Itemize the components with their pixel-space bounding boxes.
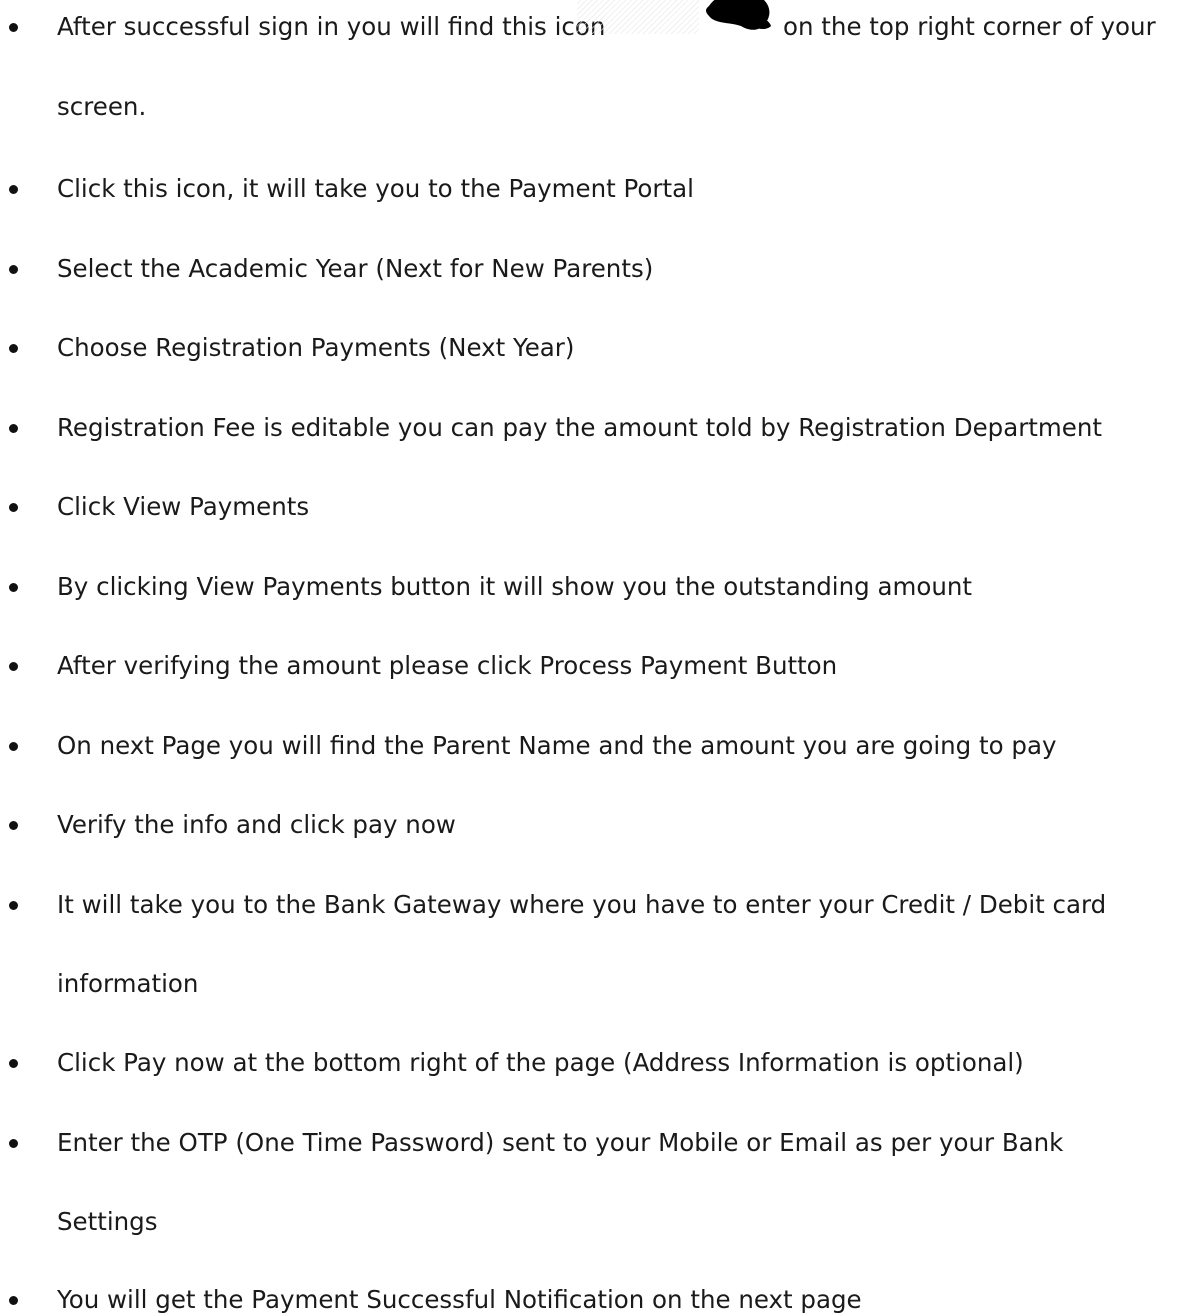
bullet — [9, 1059, 18, 1068]
list-item-text: By clicking View Payments button it will… — [57, 572, 972, 601]
payment-hand-icon — [577, 0, 771, 34]
bullet — [9, 265, 18, 274]
bullet — [9, 821, 18, 830]
list-item-text: It will take you to the Bank Gateway whe… — [57, 890, 1107, 919]
bullet — [9, 344, 18, 353]
bullet — [9, 583, 18, 592]
list-item-text: Choose Registration Payments (Next Year) — [57, 333, 575, 362]
list-item-text: information — [57, 969, 199, 998]
bullet — [9, 742, 18, 751]
list-item-text: After successful sign in you will find t… — [57, 12, 606, 41]
list-item-text: After verifying the amount please click … — [57, 651, 838, 680]
list-item-text: Click this icon, it will take you to the… — [57, 174, 694, 203]
list-item-text: Verify the info and click pay now — [57, 810, 456, 839]
list-item-text: Settings — [57, 1207, 158, 1236]
list-item-text: on the top right corner of your — [783, 12, 1156, 41]
list-item-text: screen. — [57, 92, 147, 121]
list-item-text: You will get the Payment Successful Noti… — [57, 1285, 862, 1314]
bullet — [9, 1296, 18, 1305]
list-item-text: Click Pay now at the bottom right of the… — [57, 1048, 1024, 1077]
bullet — [9, 901, 18, 910]
bullet — [9, 662, 18, 671]
bullet — [9, 185, 18, 194]
list-item-text: Click View Payments — [57, 492, 310, 521]
list-item-text: Select the Academic Year (Next for New P… — [57, 254, 654, 283]
bullet — [9, 503, 18, 512]
list-item-text: Registration Fee is editable you can pay… — [57, 413, 1102, 442]
bullet — [9, 23, 18, 32]
bullet — [9, 1139, 18, 1148]
bullet — [9, 424, 18, 433]
list-item-text: On next Page you will find the Parent Na… — [57, 731, 1057, 760]
list-item-text: Enter the OTP (One Time Password) sent t… — [57, 1128, 1064, 1157]
